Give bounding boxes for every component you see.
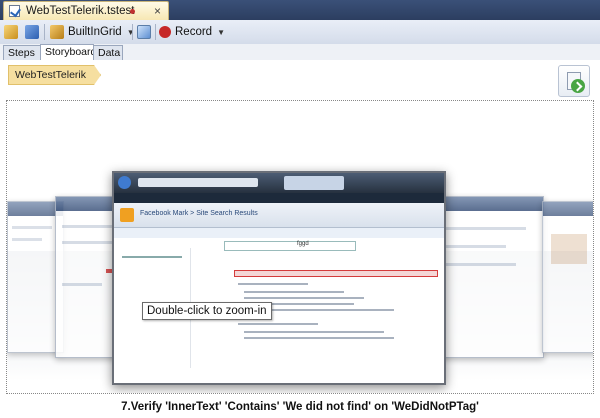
panel-bottom [0, 414, 600, 418]
elements-button[interactable] [25, 23, 39, 41]
site-text-line [238, 323, 318, 325]
site-text-line [238, 283, 308, 285]
toolbar: BuiltInGrid ▼ Record ▼ [0, 20, 600, 45]
thumbnail-line [62, 283, 102, 286]
close-icon[interactable]: × [154, 4, 161, 18]
run-icon [137, 25, 151, 39]
thumbnail-photo [551, 234, 587, 264]
thumbnail-titlebar [438, 197, 543, 211]
step-caption: 7.Verify 'InnerText' 'Contains' 'We did … [121, 401, 479, 413]
site-text-line [244, 297, 364, 299]
chevron-down-icon: ▼ [217, 27, 225, 37]
toolbar-separator [132, 24, 133, 40]
thumbnail-line [12, 226, 52, 229]
site-search-value: fggd [297, 241, 309, 247]
site-text-line [244, 291, 344, 293]
toolbar-separator [155, 24, 156, 40]
elements-icon [25, 25, 39, 39]
record-dot-icon [159, 26, 171, 38]
thumbnail-line [446, 263, 516, 266]
storyboard-panel: WebTestTelerik Facebook Mark > Site Sear… [0, 60, 600, 418]
toolbar-separator [44, 24, 45, 40]
chevron-down-icon: ▼ [126, 27, 135, 37]
site-left-text [122, 256, 182, 258]
pencil-icon [4, 25, 18, 39]
document-tab-title: WebTestTelerik.tstest [26, 5, 135, 17]
thumbnail-line [446, 227, 526, 230]
unsaved-dot-icon [130, 9, 135, 14]
storyboard-thumbnail[interactable] [437, 196, 544, 358]
builtin-grid-label: BuiltInGrid [68, 26, 122, 38]
export-button[interactable] [558, 65, 590, 97]
site-subnav [114, 228, 444, 238]
export-green-arrow-icon [571, 79, 585, 93]
edit-button[interactable] [4, 23, 18, 41]
grid-icon [50, 25, 64, 39]
browser-tab [284, 176, 344, 190]
thumbnail-line [12, 238, 42, 241]
record-dropdown[interactable]: Record ▼ [159, 23, 225, 41]
run-button[interactable] [137, 23, 151, 41]
tab-data[interactable]: Data [93, 45, 123, 60]
thumbnail-line [62, 241, 112, 244]
site-logo-icon [120, 208, 134, 222]
site-header: Facebook Mark > Site Search Results [114, 203, 444, 228]
file-check-icon [9, 5, 20, 17]
document-tab-strip: WebTestTelerik.tstest × [0, 0, 600, 20]
thumbnail-line [446, 245, 506, 248]
record-label: Record [175, 26, 213, 38]
site-search-box: fggd [224, 241, 356, 251]
site-title: Facebook Mark > Site Search Results [140, 210, 258, 217]
builtin-grid-dropdown[interactable]: BuiltInGrid ▼ [50, 23, 135, 41]
document-tab[interactable]: WebTestTelerik.tstest × [3, 1, 169, 20]
verified-element-highlight [234, 270, 438, 277]
site-text-line [244, 331, 384, 333]
thumbnail-titlebar [543, 202, 593, 216]
browser-chrome [114, 173, 444, 193]
back-icon [118, 176, 131, 189]
address-bar [138, 178, 258, 187]
tab-steps[interactable]: Steps [3, 45, 41, 60]
view-tabs: Steps Storyboard Data [0, 44, 600, 61]
storyboard-current-screenshot[interactable]: Facebook Mark > Site Search Results fggd [112, 171, 446, 385]
breadcrumb[interactable]: WebTestTelerik [8, 65, 101, 85]
zoom-tooltip: Double-click to zoom-in [142, 302, 272, 320]
storyboard-carousel[interactable]: Facebook Mark > Site Search Results fggd [6, 100, 594, 394]
storyboard-thumbnail[interactable] [542, 201, 593, 353]
site-text-line [244, 337, 394, 339]
tab-storyboard[interactable]: Storyboard [40, 44, 96, 61]
site-top-bar [114, 193, 444, 203]
